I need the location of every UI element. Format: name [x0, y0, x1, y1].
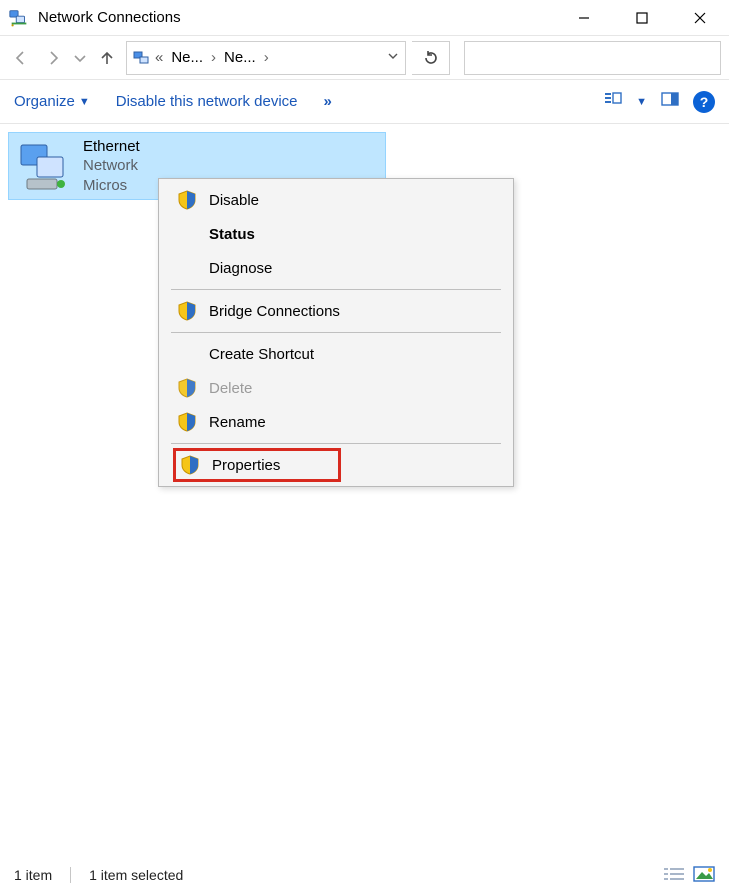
search-input[interactable] [464, 41, 721, 75]
shield-icon [177, 190, 197, 210]
menu-item-label: Bridge Connections [209, 303, 340, 320]
menu-item-properties[interactable]: Properties [159, 448, 513, 482]
help-button[interactable]: ? [693, 91, 715, 113]
shield-icon [177, 301, 197, 321]
menu-item-label: Create Shortcut [209, 346, 314, 363]
menu-separator [171, 443, 501, 444]
maximize-button[interactable] [613, 0, 671, 36]
shield-icon [177, 412, 197, 432]
menu-separator [171, 332, 501, 333]
spacer-icon [177, 344, 197, 364]
shield-icon [177, 378, 197, 398]
menu-item-label: Status [209, 226, 255, 243]
shield-icon [180, 455, 200, 475]
items-view: Ethernet Network Micros Disable Status D… [0, 124, 729, 844]
highlight-box: Properties [173, 448, 341, 482]
navigation-bar: « Ne... › Ne... › [0, 36, 729, 80]
adapter-driver: Micros [83, 176, 140, 196]
menu-item-delete: Delete [159, 371, 513, 405]
large-icons-view-button[interactable] [693, 866, 715, 885]
up-button[interactable] [94, 45, 120, 71]
address-bar[interactable]: « Ne... › Ne... › [126, 41, 406, 75]
network-connections-app-icon [8, 7, 30, 29]
menu-item-label: Delete [209, 380, 252, 397]
spacer-icon [177, 224, 197, 244]
menu-item-disable[interactable]: Disable [159, 183, 513, 217]
folder-location-icon [133, 49, 151, 67]
chevron-down-icon: ▼ [79, 96, 90, 108]
chevron-right-icon[interactable]: › [207, 49, 220, 66]
address-dropdown-button[interactable] [387, 49, 399, 66]
menu-item-label: Disable [209, 192, 259, 209]
menu-item-bridge[interactable]: Bridge Connections [159, 294, 513, 328]
ethernet-adapter-icon [19, 139, 73, 193]
adapter-status: Network [83, 156, 140, 176]
menu-item-label: Rename [209, 414, 266, 431]
preview-pane-button[interactable] [661, 91, 679, 113]
status-bar: 1 item 1 item selected [0, 860, 729, 890]
back-button[interactable] [8, 45, 34, 71]
adapter-name: Ethernet [83, 137, 140, 157]
details-view-button[interactable] [663, 866, 685, 885]
toolbar-overflow-button[interactable]: » [324, 93, 332, 110]
chevron-right-icon[interactable]: › [260, 49, 273, 66]
breadcrumb-segment[interactable]: Ne... [224, 49, 256, 66]
menu-item-status[interactable]: Status [159, 217, 513, 251]
menu-item-rename[interactable]: Rename [159, 405, 513, 439]
menu-item-label: Diagnose [209, 260, 272, 277]
menu-item-create-shortcut[interactable]: Create Shortcut [159, 337, 513, 371]
menu-item-label: Properties [212, 457, 280, 474]
refresh-button[interactable] [412, 41, 450, 75]
organize-menu[interactable]: Organize ▼ [14, 93, 90, 110]
view-options-button[interactable] [604, 91, 622, 113]
chevron-down-icon[interactable]: ▼ [636, 96, 647, 108]
breadcrumb-segment[interactable]: Ne... [171, 49, 203, 66]
separator [70, 867, 71, 883]
disable-device-label: Disable this network device [116, 93, 298, 110]
recent-locations-button[interactable] [72, 45, 88, 71]
context-menu: Disable Status Diagnose Bridge Connectio… [158, 178, 514, 487]
breadcrumb-overflow-icon[interactable]: « [155, 49, 167, 66]
forward-button[interactable] [40, 45, 66, 71]
spacer-icon [177, 258, 197, 278]
organize-label: Organize [14, 93, 75, 110]
close-button[interactable] [671, 0, 729, 36]
menu-item-diagnose[interactable]: Diagnose [159, 251, 513, 285]
adapter-text-block: Ethernet Network Micros [83, 137, 140, 196]
selection-count: 1 item selected [89, 867, 183, 883]
menu-separator [171, 289, 501, 290]
titlebar: Network Connections [0, 0, 729, 36]
item-count: 1 item [14, 867, 52, 883]
minimize-button[interactable] [555, 0, 613, 36]
command-toolbar: Organize ▼ Disable this network device »… [0, 80, 729, 124]
window-title: Network Connections [38, 9, 181, 26]
disable-device-button[interactable]: Disable this network device [116, 93, 298, 110]
